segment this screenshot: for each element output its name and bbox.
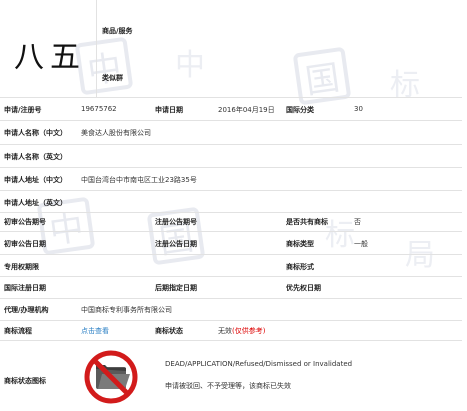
form-label: 商标形式 — [286, 263, 314, 271]
row-divider — [0, 144, 462, 145]
flow-label: 商标流程 — [4, 327, 32, 335]
prelim-date-label: 初审公告日期 — [4, 240, 46, 248]
name-cn-label: 申请人名称（中文） — [4, 129, 67, 137]
status-en-text: DEAD/APPLICATION/Refused/Dismissed or In… — [165, 360, 353, 368]
row-divider — [0, 97, 462, 98]
priority-label: 优先权日期 — [286, 284, 321, 292]
watermark-glyph: 标 — [325, 218, 355, 253]
intl-reg-label: 国际注册日期 — [4, 284, 46, 292]
status-note: (仅供参考) — [232, 327, 266, 335]
row-divider — [0, 120, 462, 121]
row-divider — [0, 276, 462, 277]
intl-class-value: 30 — [354, 105, 363, 113]
type-label: 商标类型 — [286, 240, 314, 248]
status-value: 无效(仅供参考) — [218, 326, 265, 336]
status-text: 无效 — [218, 327, 232, 335]
shared-value: 否 — [354, 218, 361, 226]
row-divider — [0, 190, 462, 191]
agent-value: 中国商标专利事务所有限公司 — [81, 306, 172, 314]
row-divider — [0, 298, 462, 299]
agent-label: 代理/办理机构 — [4, 306, 49, 314]
name-cn-value: 美食达人股份有限公司 — [81, 129, 151, 137]
row-divider — [0, 254, 462, 255]
row-divider — [0, 167, 462, 168]
type-value: 一般 — [354, 240, 368, 248]
row-divider — [0, 231, 462, 232]
row-divider — [0, 320, 462, 321]
intl-class-label: 国际分类 — [286, 106, 314, 114]
row-divider — [0, 340, 462, 341]
goods-label: 商品/服务 — [102, 27, 133, 35]
prohibited-folder-icon — [84, 350, 138, 404]
flow-link[interactable]: 点击查看 — [81, 326, 109, 336]
prelim-no-label: 初审公告期号 — [4, 218, 46, 226]
period-label: 专用权期限 — [4, 263, 39, 271]
shared-label: 是否共有商标 — [286, 218, 328, 226]
group-label: 类似群 — [102, 74, 123, 82]
addr-cn-value: 中国台湾台中市南屯区工业23路35号 — [81, 176, 197, 184]
reg-no-label: 申请/注册号 — [4, 106, 42, 114]
mark-image-cell: 八五 — [0, 0, 97, 98]
status-cn-text: 申请被驳回、不予受理等，该商标已失效 — [165, 382, 291, 390]
watermark-stamp: 国 — [146, 206, 206, 266]
mark-image: 八五 — [14, 40, 86, 75]
row-divider — [0, 212, 462, 213]
reg-pub-date-label: 注册公告日期 — [155, 240, 197, 248]
addr-en-label: 申请人地址（英文） — [4, 199, 67, 207]
watermark-glyph: 中 — [175, 48, 205, 83]
status-label: 商标状态 — [155, 327, 183, 335]
name-en-label: 申请人名称（英文） — [4, 153, 67, 161]
later-date-label: 后期指定日期 — [155, 284, 197, 292]
reg-pub-no-label: 注册公告期号 — [155, 218, 197, 226]
addr-cn-label: 申请人地址（中文） — [4, 176, 67, 184]
status-icon-label: 商标状态图标 — [4, 377, 46, 385]
apply-date-label: 申请日期 — [155, 106, 183, 114]
watermark-glyph: 局 — [405, 238, 435, 273]
reg-no-value: 19675762 — [81, 105, 117, 113]
apply-date-value: 2016年04月19日 — [218, 106, 275, 114]
